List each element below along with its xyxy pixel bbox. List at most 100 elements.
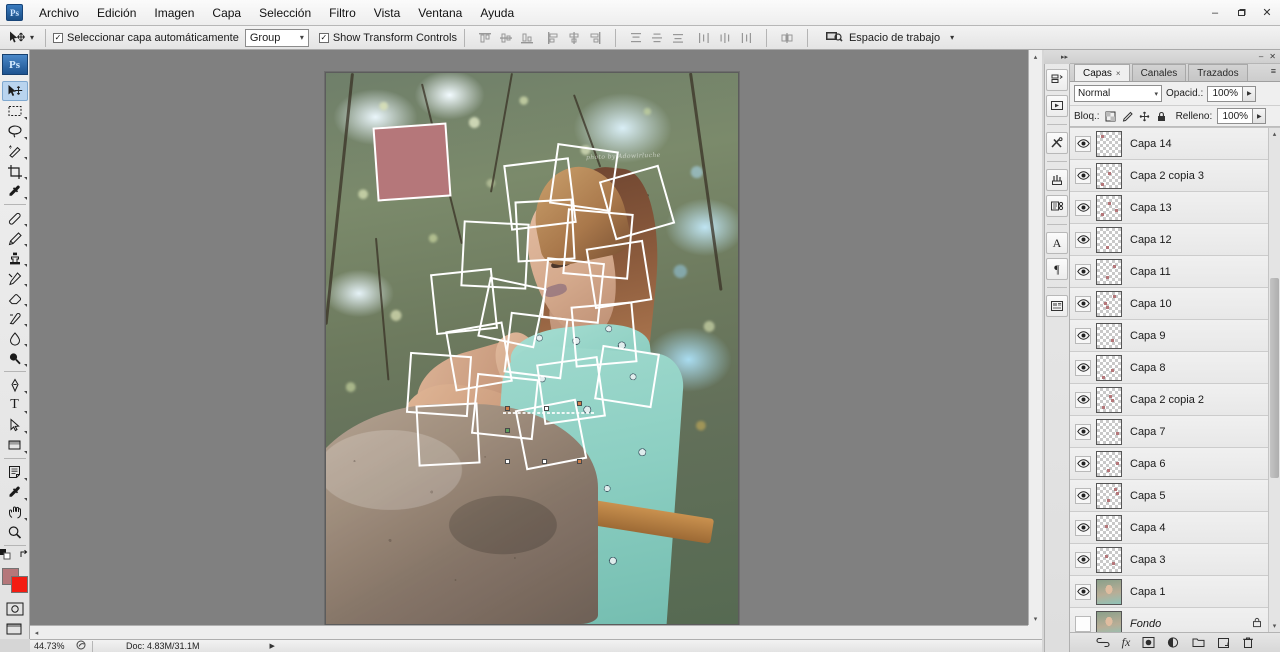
rectangular-marquee-tool[interactable] (2, 101, 28, 121)
layers-scroll-up-icon[interactable]: ▴ (1273, 128, 1277, 140)
distribute-right-edges-icon[interactable] (737, 29, 755, 47)
layer-visibility-toggle[interactable] (1073, 135, 1093, 152)
lock-position-icon[interactable] (1139, 110, 1151, 122)
square-frame[interactable] (415, 402, 480, 466)
layer-thumbnail[interactable] (1096, 258, 1122, 285)
blend-mode-dropdown[interactable]: Normal ▾ (1074, 85, 1162, 102)
notes-tool[interactable] (2, 462, 28, 482)
layer-visibility-toggle[interactable] (1073, 295, 1093, 312)
layer-visibility-toggle[interactable] (1073, 167, 1093, 184)
layer-thumbnail[interactable] (1096, 162, 1122, 189)
layer-visibility-toggle[interactable] (1073, 199, 1093, 216)
fill-field-group[interactable]: 100% ▶ (1217, 108, 1267, 124)
panel-menu-icon[interactable]: ≡ (1271, 67, 1276, 76)
canvas-vertical-scrollbar[interactable]: ▴ ▾ (1028, 50, 1042, 625)
menu-vista[interactable]: Vista (365, 2, 409, 24)
layer-visibility-toggle[interactable] (1073, 423, 1093, 440)
layer-row[interactable]: Capa 13 (1070, 192, 1280, 224)
layer-visibility-toggle[interactable] (1073, 551, 1093, 568)
lasso-tool[interactable] (2, 121, 28, 141)
restore-button[interactable] (1228, 1, 1254, 25)
layer-thumbnail[interactable] (1096, 482, 1122, 509)
panel-minimize-button[interactable]: – (1259, 52, 1263, 61)
quick-mask-mode-button[interactable] (2, 599, 28, 619)
spot-healing-brush-tool[interactable] (2, 208, 28, 228)
scroll-down-icon[interactable]: ▾ (1029, 612, 1042, 625)
layer-visibility-toggle[interactable] (1073, 263, 1093, 280)
layer-visibility-toggle[interactable] (1073, 327, 1093, 344)
quick-selection-tool[interactable] (2, 141, 28, 161)
eraser-tool[interactable] (2, 288, 28, 308)
tab-trazados[interactable]: Trazados (1188, 64, 1248, 81)
lock-all-icon[interactable] (1156, 110, 1168, 122)
close-button[interactable]: ✕ (1254, 1, 1280, 25)
menu-imagen[interactable]: Imagen (145, 2, 203, 24)
layer-row[interactable]: Capa 3 (1070, 544, 1280, 576)
link-layers-icon[interactable] (1096, 637, 1110, 648)
distribute-bottom-edges-icon[interactable] (669, 29, 687, 47)
tool-presets-icon[interactable] (1046, 132, 1068, 154)
menu-ventana[interactable]: Ventana (409, 2, 471, 24)
layer-row[interactable]: Capa 2 copia 2 (1070, 384, 1280, 416)
gradient-tool[interactable] (2, 308, 28, 328)
layer-thumbnail[interactable] (1096, 546, 1122, 573)
history-panel-icon[interactable] (1046, 69, 1068, 91)
align-vertical-centers-icon[interactable] (497, 29, 515, 47)
layer-thumbnail[interactable] (1096, 354, 1122, 381)
zoom-tool[interactable] (2, 522, 28, 542)
layer-thumbnail[interactable] (1096, 610, 1122, 632)
menu-ayuda[interactable]: Ayuda (471, 2, 523, 24)
layer-row[interactable]: Capa 5 (1070, 480, 1280, 512)
eyedropper-tool-2[interactable] (2, 482, 28, 502)
align-bottom-edges-icon[interactable] (518, 29, 536, 47)
layer-thumbnail[interactable] (1096, 450, 1122, 477)
layer-visibility-toggle[interactable] (1073, 583, 1093, 600)
layer-thumbnail[interactable] (1096, 130, 1122, 157)
layer-thumbnail[interactable] (1096, 514, 1122, 541)
clone-stamp-tool[interactable] (2, 248, 28, 268)
layer-thumbnail[interactable] (1096, 578, 1122, 605)
document-canvas[interactable]: photo by Adowirluche (325, 72, 739, 625)
menu-archivo[interactable]: Archivo (30, 2, 88, 24)
opacity-value[interactable]: 100% (1207, 85, 1244, 102)
dock-collapse-button[interactable]: ▸▸ (1044, 50, 1070, 64)
layer-visibility-toggle[interactable] (1073, 391, 1093, 408)
layer-style-icon[interactable]: fx (1122, 635, 1131, 650)
transform-handle[interactable] (505, 458, 511, 464)
actions-panel-icon[interactable] (1046, 95, 1068, 117)
layer-row[interactable]: Capa 10 (1070, 288, 1280, 320)
screen-mode-button[interactable] (2, 619, 28, 639)
distribute-left-edges-icon[interactable] (695, 29, 713, 47)
layer-row[interactable]: Fondo (1070, 608, 1280, 632)
layer-row[interactable]: Capa 11 (1070, 256, 1280, 288)
fill-slider-icon[interactable]: ▶ (1253, 108, 1267, 124)
adjustment-layer-icon[interactable] (1167, 636, 1180, 649)
character-panel-icon[interactable]: A (1046, 232, 1068, 254)
eyedropper-tool[interactable] (2, 181, 28, 201)
layers-scroll-down-icon[interactable]: ▾ (1273, 620, 1277, 632)
layer-row[interactable]: Capa 4 (1070, 512, 1280, 544)
menu-filtro[interactable]: Filtro (320, 2, 365, 24)
menu-capa[interactable]: Capa (203, 2, 250, 24)
layer-comps-icon[interactable] (1046, 295, 1068, 317)
move-tool[interactable] (1, 81, 28, 102)
new-group-icon[interactable] (1192, 637, 1205, 648)
distribute-top-edges-icon[interactable] (627, 29, 645, 47)
distribute-horizontal-centers-icon[interactable] (716, 29, 734, 47)
square-frame-filled[interactable] (372, 122, 453, 203)
opacity-slider-icon[interactable]: ▶ (1243, 85, 1257, 102)
square-frame[interactable] (593, 344, 660, 408)
zoom-level[interactable]: 44.73% (30, 641, 76, 651)
layer-visibility-toggle[interactable] (1073, 231, 1093, 248)
history-brush-tool[interactable] (2, 268, 28, 288)
lock-image-pixels-icon[interactable] (1122, 110, 1134, 122)
path-selection-tool[interactable] (2, 415, 28, 435)
background-color-swatch[interactable] (10, 576, 28, 594)
transform-handle[interactable] (505, 406, 511, 412)
default-colors-icon[interactable] (0, 549, 11, 563)
square-frame[interactable] (514, 398, 587, 470)
distribute-vertical-centers-icon[interactable] (648, 29, 666, 47)
align-horizontal-centers-icon[interactable] (565, 29, 583, 47)
scroll-up-icon[interactable]: ▴ (1029, 50, 1042, 63)
layer-visibility-toggle[interactable] (1073, 359, 1093, 376)
